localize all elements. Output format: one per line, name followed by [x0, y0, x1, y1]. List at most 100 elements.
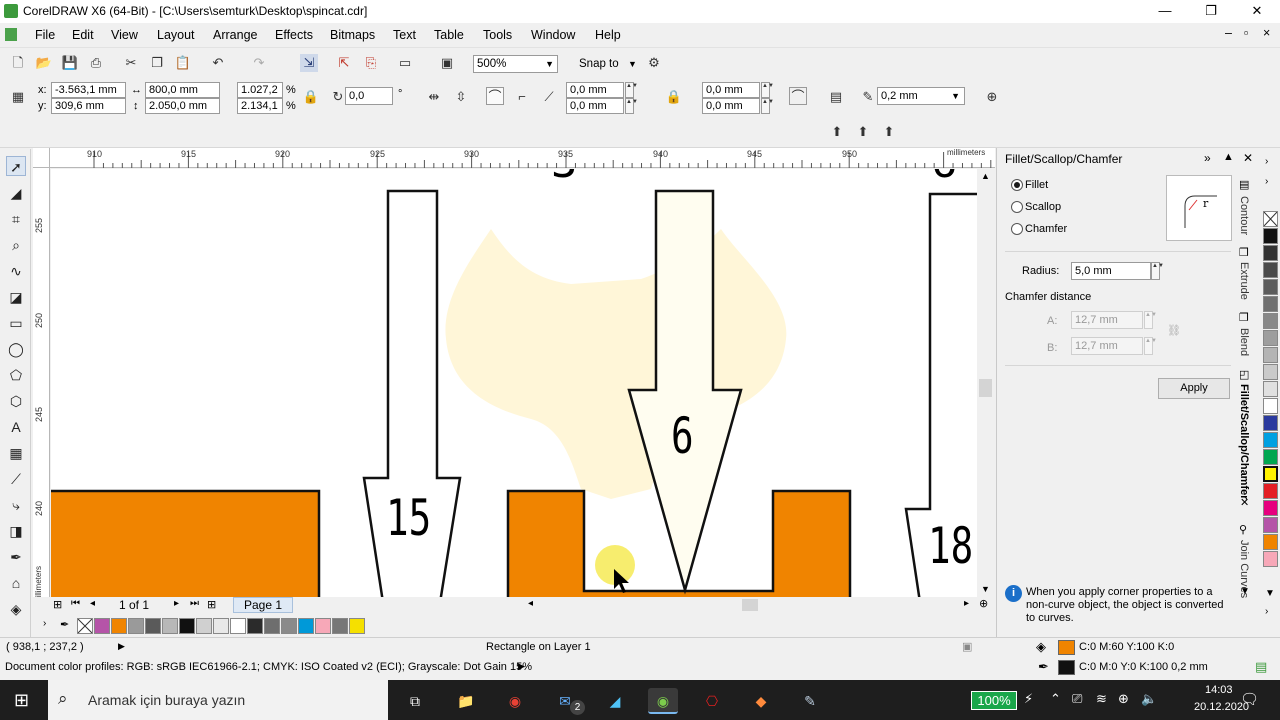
menu-layout[interactable]: Layout: [157, 28, 195, 42]
previous-page-icon[interactable]: ◂: [90, 598, 95, 609]
volume-icon[interactable]: 🔈: [1141, 691, 1157, 707]
corner2-spinner[interactable]: ▲▼: [625, 98, 638, 114]
color-swatch[interactable]: [1263, 551, 1278, 567]
color-swatch[interactable]: [94, 618, 110, 634]
import-icon[interactable]: ⇲: [300, 54, 318, 72]
app-icon[interactable]: ◢: [600, 688, 630, 714]
add-page-after-icon[interactable]: ⊞: [207, 598, 216, 611]
first-page-icon[interactable]: ⏮: [71, 598, 80, 609]
color-swatch[interactable]: [349, 618, 365, 634]
doc-restore-button[interactable]: ▫: [1244, 26, 1248, 40]
extrude-tab[interactable]: Extrude: [1238, 262, 1250, 300]
color-profiles[interactable]: Document color profiles: RGB: sRGB IEC61…: [5, 661, 532, 673]
color-swatch[interactable]: [1263, 313, 1278, 329]
restore-button[interactable]: ❐: [1188, 0, 1234, 23]
color-swatch[interactable]: [315, 618, 331, 634]
color-swatch[interactable]: [1263, 398, 1278, 414]
color-swatch[interactable]: [213, 618, 229, 634]
color-swatch[interactable]: [1263, 245, 1278, 261]
lock-ratio-icon[interactable]: 🔒: [302, 88, 320, 106]
minimize-button[interactable]: —: [1142, 0, 1188, 23]
close-tab-icon[interactable]: ✕: [1240, 496, 1249, 509]
menu-effects[interactable]: Effects: [275, 28, 313, 42]
export-icon[interactable]: ⇱: [335, 54, 353, 72]
no-color-swatch[interactable]: [1263, 211, 1278, 227]
width-input[interactable]: 800,0 mm: [145, 82, 220, 98]
chamfer-b-input[interactable]: 12,7 mm: [1071, 337, 1143, 355]
round-corner-icon[interactable]: ⌒: [486, 87, 504, 105]
color-swatch[interactable]: [1263, 262, 1278, 278]
close-button[interactable]: ✕: [1234, 0, 1280, 23]
eyedropper-icon[interactable]: ✒: [60, 618, 69, 631]
zoom-navigator-icon[interactable]: ⊕: [979, 597, 988, 610]
new-document-icon[interactable]: 🗋: [9, 54, 27, 72]
paste-icon[interactable]: 📋: [174, 54, 192, 72]
drawing-canvas[interactable]: 15 6 18 3 6: [51, 169, 977, 597]
chamfer-a-spinner[interactable]: ▲▼: [1144, 311, 1157, 329]
chamfer-lock-icon[interactable]: ⛓: [1167, 324, 1181, 337]
zoom-level-select[interactable]: 500% ▼: [473, 55, 558, 73]
color-swatch[interactable]: [1263, 432, 1278, 448]
taskbar-search[interactable]: ⌕ Aramak için buraya yazın: [48, 680, 388, 720]
color-swatch[interactable]: [162, 618, 178, 634]
color-swatch[interactable]: [1263, 415, 1278, 431]
scroll-down-icon[interactable]: ▼: [981, 584, 990, 594]
menu-view[interactable]: View: [111, 28, 138, 42]
menu-window[interactable]: Window: [531, 28, 575, 42]
freehand-tool-icon[interactable]: ∿: [6, 261, 26, 281]
full-screen-preview-icon[interactable]: ▣: [438, 54, 456, 72]
undo-icon[interactable]: ↶: [209, 54, 227, 72]
corner-radius-bottom-right[interactable]: 0,0 mm: [702, 98, 760, 114]
scroll-tabs-down-icon[interactable]: ▼: [1240, 586, 1250, 597]
color-swatch[interactable]: [1263, 364, 1278, 380]
table-tool-icon[interactable]: ▦: [6, 443, 26, 463]
color-swatch[interactable]: [111, 618, 127, 634]
collapse-docker-icon[interactable]: ▲: [1223, 151, 1234, 163]
doc-minimize-button[interactable]: –: [1225, 26, 1232, 40]
color-swatch[interactable]: [1263, 228, 1278, 244]
shape-tool-icon[interactable]: ◢: [6, 183, 26, 203]
color-swatch[interactable]: [145, 618, 161, 634]
color-swatch[interactable]: [196, 618, 212, 634]
smart-fill-icon[interactable]: ◪: [6, 287, 26, 307]
page-1-tab[interactable]: Page 1: [233, 597, 293, 613]
pick-tool-icon[interactable]: ➚: [6, 156, 26, 176]
menu-table[interactable]: Table: [434, 28, 464, 42]
menu-text[interactable]: Text: [393, 28, 416, 42]
menu-file[interactable]: File: [35, 28, 55, 42]
acrobat-icon[interactable]: ⎔: [697, 688, 727, 714]
clock-time[interactable]: 14:03: [1205, 684, 1233, 696]
status-expand-icon[interactable]: ▶: [118, 641, 125, 652]
fillet-tab[interactable]: Fillet/Scallop/Chamfer: [1238, 384, 1250, 500]
corner-radius-top-left[interactable]: 0,0 mm: [566, 82, 624, 98]
scroll-left-icon[interactable]: ◂: [528, 598, 533, 609]
globe-icon[interactable]: ⊕: [1118, 691, 1129, 707]
save-icon[interactable]: 💾: [61, 54, 79, 72]
chrome-icon[interactable]: ◉: [500, 688, 530, 714]
task-view-icon[interactable]: ⧉: [400, 688, 430, 714]
color-swatch[interactable]: [1263, 517, 1278, 533]
color-swatch[interactable]: [1263, 347, 1278, 363]
color-swatch[interactable]: [230, 618, 246, 634]
scroll-thumb[interactable]: [742, 599, 758, 611]
relative-corner-scaling-icon[interactable]: ⌒: [789, 87, 807, 105]
last-page-icon[interactable]: ⏭: [190, 598, 199, 609]
chevron-down-icon[interactable]: ▼: [628, 57, 637, 71]
network-icon[interactable]: ⎚: [1072, 691, 1082, 707]
color-swatch[interactable]: [128, 618, 144, 634]
scroll-right-icon[interactable]: ▸: [964, 598, 969, 609]
back-icon[interactable]: ⬆: [854, 123, 872, 141]
palette-scroll-down-icon[interactable]: ▼: [1265, 588, 1275, 599]
battery-indicator[interactable]: 100%: [971, 691, 1017, 710]
palette-options-icon[interactable]: ›: [1265, 176, 1268, 187]
mirror-vertical-icon[interactable]: ⇳: [452, 88, 470, 106]
color-swatch[interactable]: [1263, 500, 1278, 516]
color-swatch[interactable]: [1263, 483, 1278, 499]
height-input[interactable]: 2.050,0 mm: [145, 98, 220, 114]
radius-spinner[interactable]: ▲▼: [1151, 262, 1164, 280]
color-swatch[interactable]: [1263, 279, 1278, 295]
menu-edit[interactable]: Edit: [72, 28, 94, 42]
color-swatch[interactable]: [179, 618, 195, 634]
corner-radius-top-right[interactable]: 0,0 mm: [702, 82, 760, 98]
app-icon[interactable]: ◆: [746, 688, 776, 714]
